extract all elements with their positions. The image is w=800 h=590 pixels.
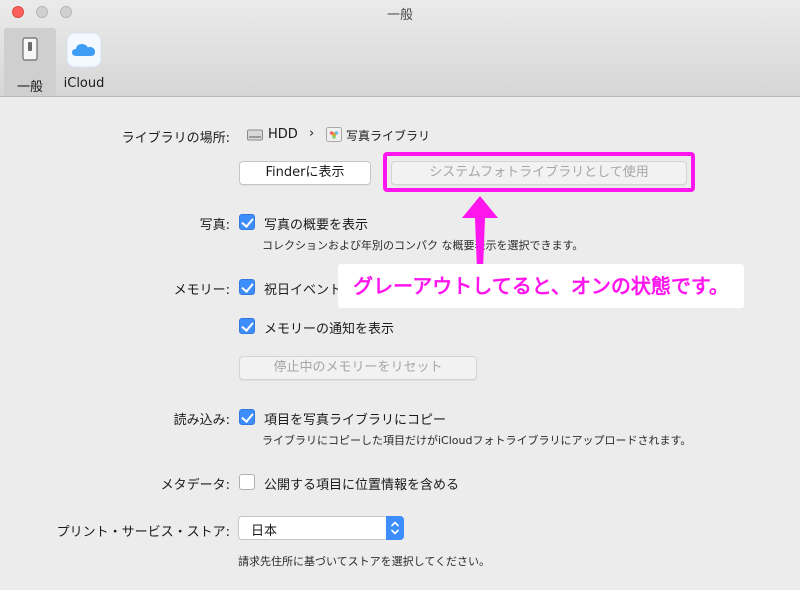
photos-label: 写真:	[199, 218, 230, 233]
memories-label: メモリー:	[173, 283, 230, 298]
reset-blocked-memories-button[interactable]: 停止中のメモリーをリセット	[239, 356, 477, 380]
tab-general-label: 一般	[16, 80, 43, 95]
popup-stepper-icon[interactable]	[386, 516, 404, 540]
copy-to-library-label: 項目を写真ライブラリにコピー	[264, 413, 447, 428]
window-title: 一般	[386, 8, 413, 23]
include-location-label: 公開する項目に位置情報を含める	[264, 478, 460, 493]
include-location-checkbox[interactable]	[239, 474, 255, 490]
hdd-icon	[247, 129, 263, 141]
memory-notifications-checkbox[interactable]	[239, 318, 255, 334]
tab-general[interactable]: 一般	[4, 28, 56, 96]
print-store-description: 請求先住所に基づいてストアを選択してください。	[238, 555, 491, 568]
preferences-window: 一般 一般 iCloud ライブラリの場所: HDD › 写真ライブラリ Fin…	[0, 0, 800, 590]
holiday-events-label: 祝日イベント	[264, 283, 343, 298]
updown-chevron-icon	[390, 521, 400, 535]
copy-to-library-checkbox[interactable]	[239, 409, 255, 425]
path-separator: ›	[309, 126, 315, 141]
metadata-label: メタデータ:	[160, 478, 230, 493]
general-switch-icon	[22, 37, 38, 61]
print-store-selected-value: 日本	[251, 524, 278, 539]
annotation-callout: グレーアウトしてると、オンの状態です。	[338, 264, 744, 308]
annotation-highlight-box	[383, 152, 695, 192]
summary-description: コレクションおよび年別のコンパク な概要表示を選択できます。	[262, 239, 584, 252]
tab-icloud-label: iCloud	[63, 76, 105, 91]
importing-label: 読み込み:	[173, 413, 230, 428]
summary-checkbox[interactable]	[239, 214, 255, 230]
tab-icloud[interactable]: iCloud	[58, 28, 110, 96]
print-store-select[interactable]: 日本	[238, 516, 404, 540]
holiday-events-checkbox[interactable]	[239, 279, 255, 295]
library-name: 写真ライブラリ	[346, 129, 431, 143]
print-store-label: プリント・サービス・ストア:	[56, 525, 230, 540]
summary-checkbox-label: 写真の概要を表示	[264, 218, 369, 233]
photos-library-icon	[326, 127, 342, 142]
memory-notifications-label: メモリーの通知を表示	[264, 322, 395, 337]
library-drive-name: HDD	[268, 127, 298, 142]
annotation-arrow-icon	[462, 196, 498, 270]
icloud-icon	[66, 32, 102, 68]
library-location-label: ライブラリの場所:	[121, 131, 230, 146]
show-in-finder-button[interactable]: Finderに表示	[239, 161, 371, 185]
copy-to-library-description: ライブラリにコピーした項目だけがiCloudフォトライブラリにアップロードされま…	[262, 434, 692, 447]
toolbar: 一般 一般 iCloud	[0, 0, 800, 97]
